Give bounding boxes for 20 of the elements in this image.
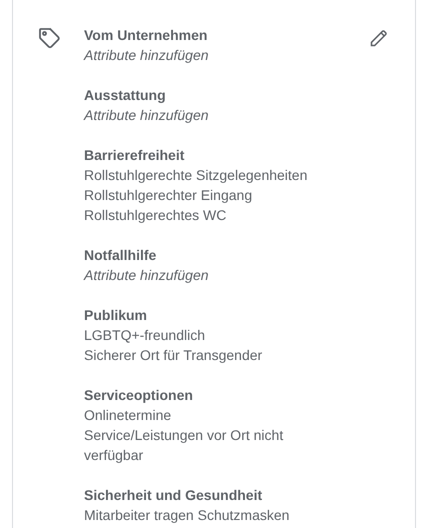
section-heading: Notfallhilfe — [84, 246, 158, 265]
pencil-icon — [369, 28, 389, 48]
add-attributes-text: Attribute hinzufügen — [84, 266, 210, 285]
section-heading: Barrierefreiheit — [84, 146, 186, 165]
section-heading: Serviceoptionen — [84, 386, 194, 405]
section-heading: Ausstattung — [84, 86, 167, 105]
add-attributes-text: Attribute hinzufügen — [84, 46, 210, 65]
section-heading: Vom Unternehmen — [84, 26, 208, 45]
add-attributes-text: Attribute hinzufügen — [84, 106, 210, 125]
attribute-text: Rollstuhlgerechtes WC — [84, 206, 228, 225]
tag-icon — [37, 26, 61, 50]
attribute-text: Service/Leistungen vor Ort nicht verfügbar — [84, 426, 284, 465]
attribute-text: Onlinetermine — [84, 406, 172, 425]
attribute-text: Mitarbeiter tragen Schutzmasken — [84, 506, 290, 525]
section-heading: Publikum — [84, 306, 148, 325]
section-heading: Sicherheit und Gesundheit — [84, 486, 264, 505]
attribute-text: LGBTQ+-freundlich — [84, 326, 206, 345]
attribute-text: Rollstuhlgerechter Eingang — [84, 186, 254, 205]
attribute-text: Sicherer Ort für Transgender — [84, 346, 264, 365]
attribute-text: Rollstuhlgerechte Sitzgelegenheiten — [84, 166, 308, 185]
